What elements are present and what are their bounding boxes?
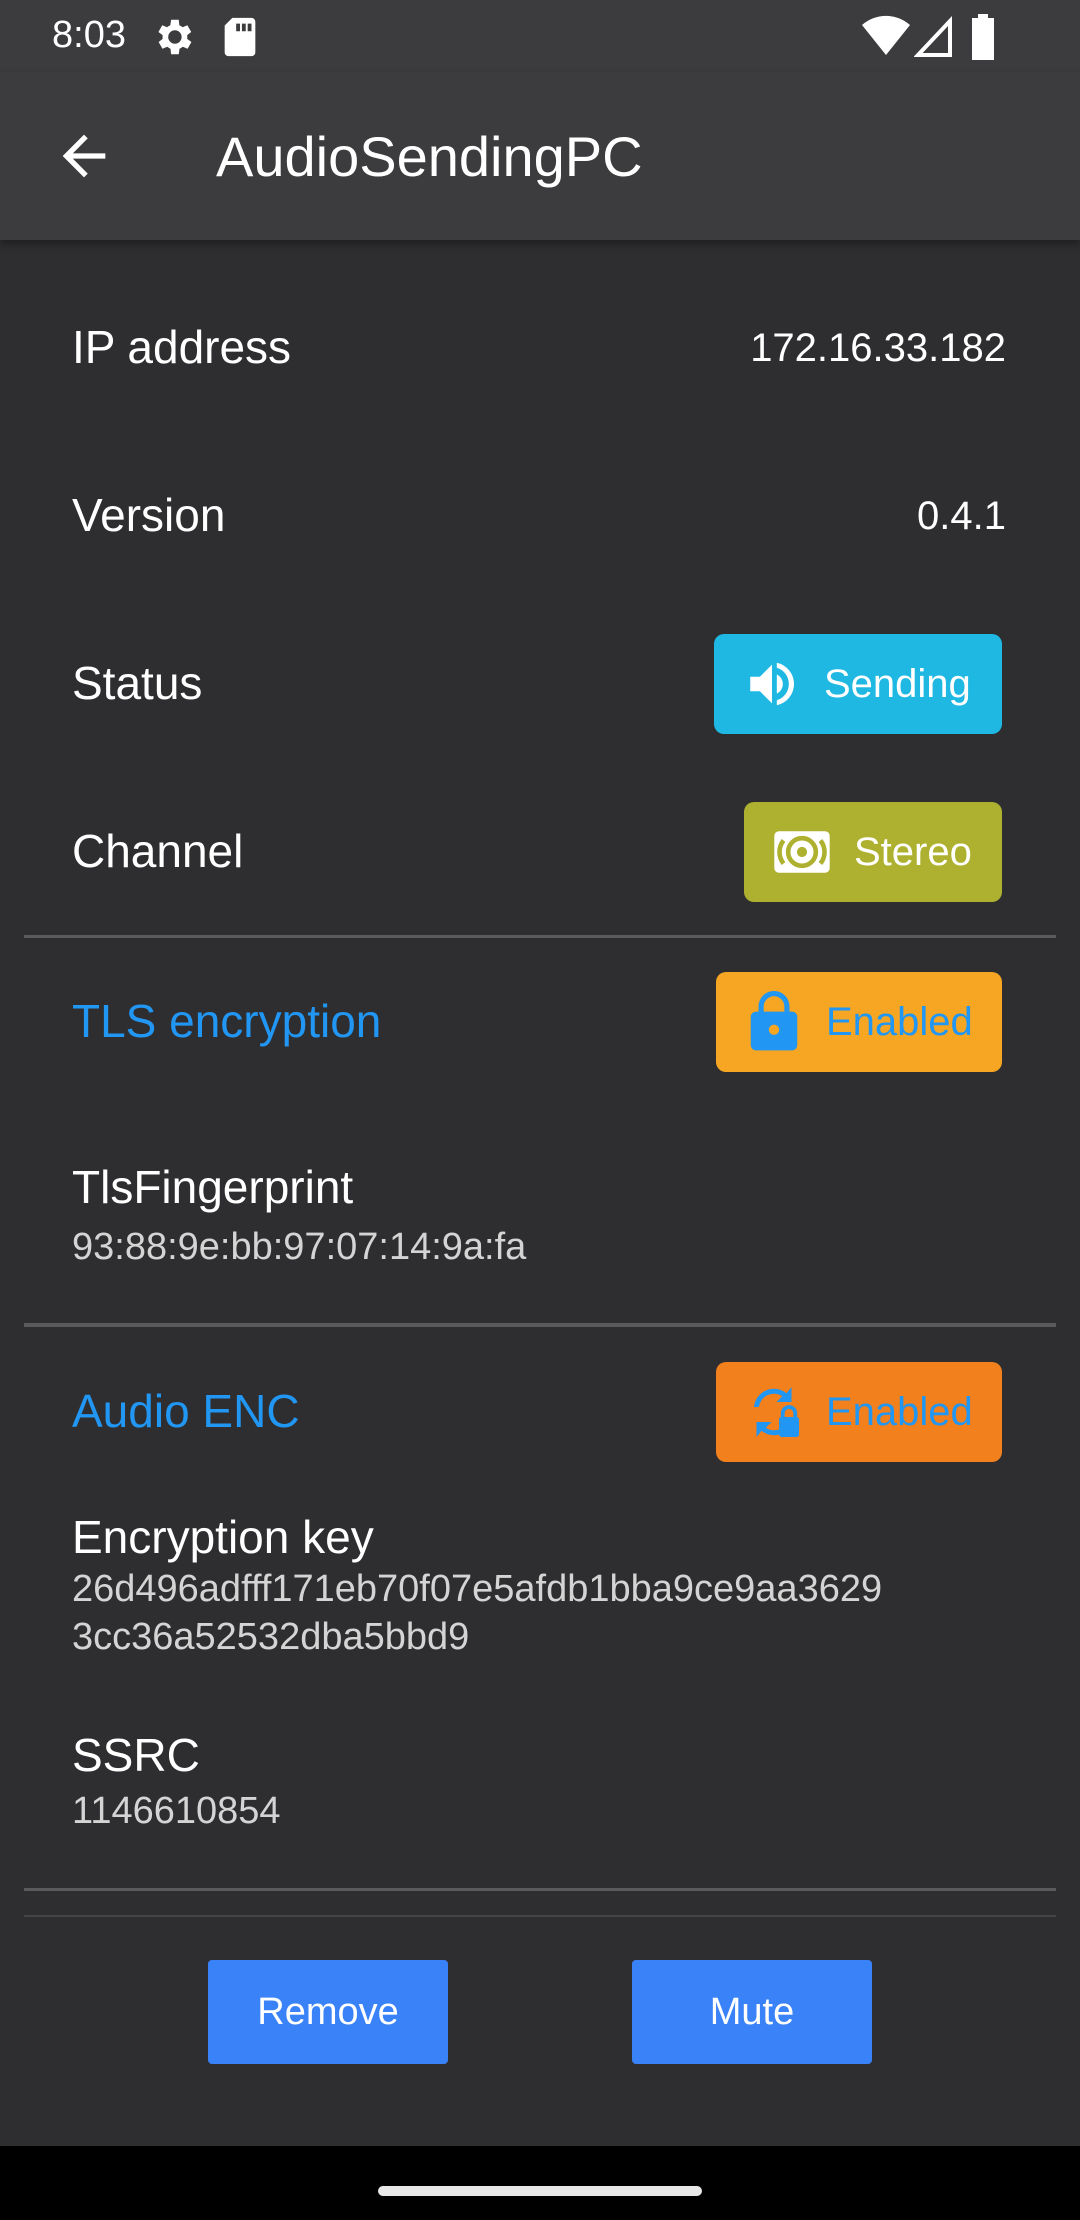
tls-encryption-label: TLS encryption — [72, 995, 382, 1047]
mute-button[interactable]: Mute — [632, 1960, 872, 2064]
settings-icon — [150, 14, 196, 65]
wifi-alert-icon — [862, 14, 910, 65]
encryption-key-label: Encryption key — [72, 1511, 374, 1563]
navigation-bar — [0, 2146, 1080, 2220]
app-bar: AudioSendingPC — [0, 72, 1080, 240]
divider — [24, 935, 1056, 938]
home-gesture-handle[interactable] — [378, 2186, 702, 2196]
battery-icon — [970, 14, 996, 65]
ssrc-label: SSRC — [72, 1729, 200, 1781]
signal-icon — [913, 14, 954, 65]
surround-sound-icon — [772, 822, 832, 882]
channel-label: Channel — [72, 825, 244, 877]
arrow-back-icon[interactable] — [52, 124, 116, 188]
ssrc-value: 1146610854 — [72, 1790, 281, 1832]
tls-fingerprint-value: 93:88:9e:bb:97:07:14:9a:fa — [72, 1226, 527, 1268]
tls-fingerprint-label: TlsFingerprint — [72, 1161, 354, 1213]
tls-chip: Enabled — [716, 972, 1002, 1072]
speaker-icon — [742, 654, 802, 714]
audio-enc-chip: Enabled — [716, 1362, 1002, 1462]
lock-icon — [744, 991, 804, 1052]
encryption-key-line-2: 3cc36a52532dba5bbd9 — [72, 1616, 470, 1658]
lock-reset-icon — [744, 1382, 804, 1442]
version-label: Version — [72, 489, 226, 541]
status-bar: 8:03 — [0, 0, 1080, 72]
actions-divider — [24, 1915, 1056, 1917]
divider — [24, 1888, 1056, 1891]
ip-address-label: IP address — [72, 321, 292, 373]
channel-chip: Stereo — [744, 802, 1002, 902]
status-label: Status — [72, 657, 203, 709]
divider — [24, 1323, 1056, 1327]
status-chip-label: Sending — [824, 661, 971, 706]
sd-card-icon — [220, 14, 260, 65]
status-chip: Sending — [714, 634, 1002, 734]
version-value: 0.4.1 — [917, 494, 1006, 538]
remove-button[interactable]: Remove — [208, 1960, 448, 2064]
encryption-key-line-1: 26d496adfff171eb70f07e5afdb1bba9ce9aa362… — [72, 1568, 883, 1610]
audio-enc-chip-label: Enabled — [826, 1389, 973, 1434]
page-title: AudioSendingPC — [216, 125, 643, 188]
audio-enc-label: Audio ENC — [72, 1385, 300, 1437]
ip-address-value: 172.16.33.182 — [750, 326, 1006, 370]
status-time: 8:03 — [52, 14, 126, 56]
tls-chip-label: Enabled — [826, 999, 973, 1044]
channel-chip-label: Stereo — [854, 829, 972, 874]
